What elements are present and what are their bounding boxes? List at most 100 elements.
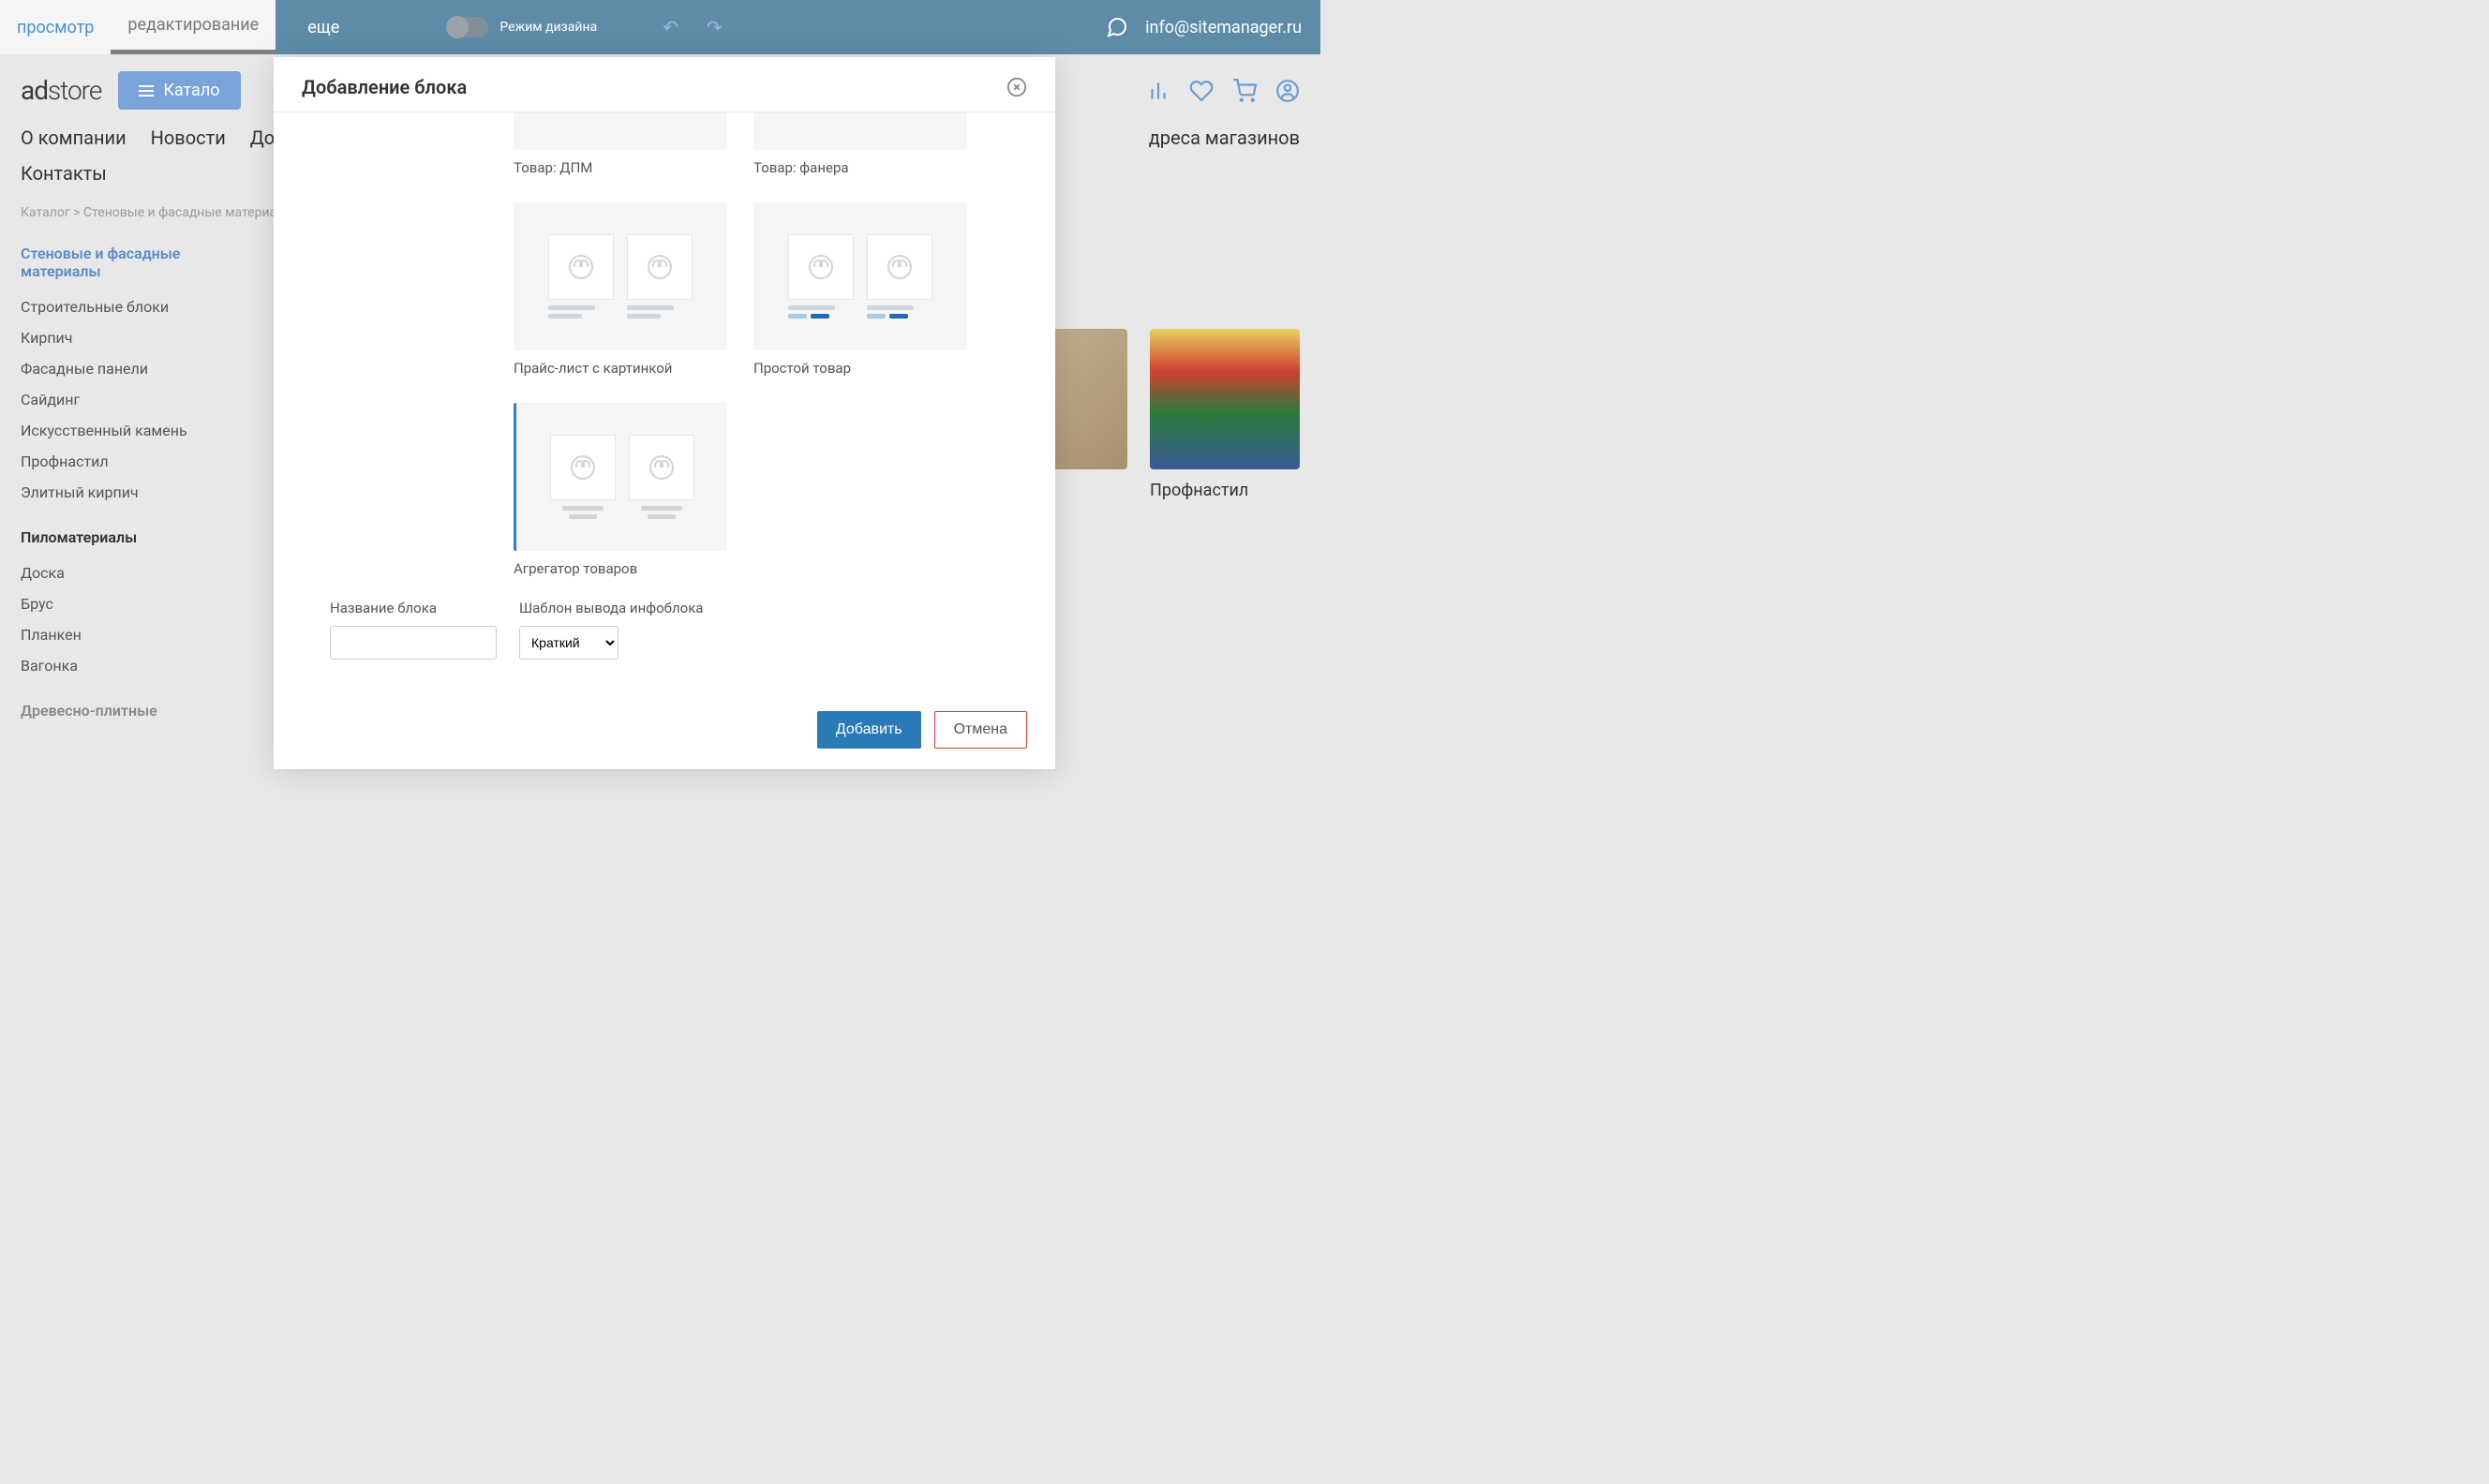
block-label: Товар: ДПМ — [514, 159, 727, 176]
block-label: Прайс-лист с картинкой — [514, 360, 727, 377]
design-mode-label: Режим дизайна — [499, 20, 597, 35]
sidebar-item[interactable]: Искусственный камень — [21, 415, 246, 446]
cancel-button[interactable]: Отмена — [934, 711, 1027, 749]
mini-card — [629, 435, 694, 519]
block-item-aggregator[interactable]: Агрегатор товаров — [514, 403, 727, 577]
mini-lines — [557, 506, 609, 519]
block-grid: Товар: ДПМ Товар: фанера Прайс- — [302, 112, 1027, 577]
mini-card — [788, 234, 854, 319]
field-block-name: Название блока — [330, 600, 497, 660]
block-label: Агрегатор товаров — [514, 560, 727, 577]
mini-card — [550, 435, 616, 519]
design-mode-toggle-wrap: Режим дизайна — [447, 17, 597, 37]
mini-img — [550, 435, 616, 500]
add-block-modal: Добавление блока Товар: ДПМ Товар: фанер… — [274, 57, 1055, 769]
block-item-simple[interactable]: Простой товар — [753, 202, 967, 377]
block-item-plywood[interactable]: Товар: фанера — [753, 112, 967, 176]
block-label: Товар: фанера — [753, 159, 967, 176]
mini-lines — [548, 305, 614, 319]
sidebar-item[interactable]: Доска — [21, 557, 246, 588]
header-icons — [1146, 79, 1300, 103]
mini-card — [627, 234, 693, 319]
block-preview — [753, 112, 967, 150]
logo[interactable]: adstore — [21, 75, 101, 106]
tab-edit[interactable]: редактирование — [111, 0, 276, 54]
contact-email[interactable]: info@sitemanager.ru — [1145, 18, 1302, 37]
cat-icon — [887, 255, 912, 279]
label-block-name: Название блока — [330, 600, 497, 616]
mini-card — [867, 234, 932, 319]
sidebar-item[interactable]: Брус — [21, 588, 246, 619]
undo-icon[interactable]: ↶ — [663, 16, 678, 38]
cat-icon — [648, 255, 672, 279]
cat-icon — [649, 455, 674, 480]
redo-icon[interactable]: ↷ — [707, 16, 723, 38]
modal-header: Добавление блока — [274, 57, 1055, 112]
breadcrumb-catalog[interactable]: Каталог — [21, 205, 70, 220]
nav-do[interactable]: До — [250, 126, 275, 149]
modal-close-button[interactable] — [1006, 77, 1027, 97]
select-template[interactable]: Краткий — [519, 626, 619, 660]
add-button[interactable]: Добавить — [817, 711, 921, 749]
cat-icon — [571, 455, 595, 480]
modal-footer: Добавить Отмена — [274, 690, 1055, 769]
nav-news[interactable]: Новости — [151, 126, 226, 149]
mini-img — [629, 435, 694, 500]
tab-preview[interactable]: просмотр — [0, 0, 111, 54]
block-preview-selected — [514, 403, 727, 551]
mini-img — [867, 234, 932, 300]
nav-addresses[interactable]: дреса магазинов — [1149, 126, 1300, 149]
product-title: Профнастил — [1150, 481, 1300, 500]
sidebar-group-lumber[interactable]: Пиломатериалы — [21, 528, 246, 546]
input-block-name[interactable] — [330, 626, 497, 660]
product-image — [1150, 329, 1300, 469]
sidebar-item[interactable]: Планкен — [21, 619, 246, 650]
sidebar-item[interactable]: Сайдинг — [21, 384, 246, 415]
breadcrumb-current: Стеновые и фасадные материал — [83, 205, 284, 220]
breadcrumb-sep: > — [73, 205, 80, 220]
sidebar-group-wall[interactable]: Стеновые и фасадные материалы — [21, 245, 246, 280]
mini-img — [548, 234, 614, 300]
block-preview — [514, 112, 727, 150]
catalog-label: Катало — [163, 81, 219, 100]
mini-img — [627, 234, 693, 300]
mini-card — [548, 234, 614, 319]
more-menu[interactable]: еще — [307, 18, 339, 37]
sidebar-item[interactable]: Фасадные панели — [21, 353, 246, 384]
topbar: просмотр редактирование еще Режим дизайн… — [0, 0, 1320, 54]
topbar-right: еще Режим дизайна ↶ ↷ info@sitemanager.r… — [276, 16, 1320, 38]
nav-contacts[interactable]: Контакты — [21, 162, 107, 185]
block-label: Простой товар — [753, 360, 967, 377]
sidebar-item[interactable]: Строительные блоки — [21, 291, 246, 322]
sidebar-item[interactable]: Элитный кирпич — [21, 477, 246, 508]
sidebar-item[interactable]: Профнастил — [21, 446, 246, 477]
block-item-dpm[interactable]: Товар: ДПМ — [514, 112, 727, 176]
cart-icon[interactable] — [1232, 79, 1257, 103]
chat-icon[interactable] — [1106, 16, 1128, 38]
hamburger-icon — [139, 85, 154, 96]
mini-lines — [788, 305, 854, 319]
nav-about[interactable]: О компании — [21, 126, 127, 149]
modal-title: Добавление блока — [302, 76, 467, 98]
sidebar-items-1: Строительные блоки Кирпич Фасадные панел… — [21, 291, 246, 508]
block-item-pricelist[interactable]: Прайс-лист с картинкой — [514, 202, 727, 377]
product-card[interactable]: Профнастил — [1150, 329, 1300, 500]
modal-body: Товар: ДПМ Товар: фанера Прайс- — [274, 112, 1055, 690]
block-preview — [753, 202, 967, 350]
topbar-tabs: просмотр редактирование — [0, 0, 276, 54]
sidebar-group-wood[interactable]: Древесно-плитные — [21, 702, 246, 720]
mini-lines — [867, 305, 932, 319]
user-icon[interactable] — [1275, 79, 1300, 103]
sidebar-item[interactable]: Вагонка — [21, 650, 246, 681]
design-mode-toggle[interactable] — [447, 17, 488, 37]
undo-redo: ↶ ↷ — [663, 16, 723, 38]
sidebar-items-2: Доска Брус Планкен Вагонка — [21, 557, 246, 681]
compare-icon[interactable] — [1146, 79, 1170, 103]
block-preview — [514, 202, 727, 350]
mini-lines — [635, 506, 688, 519]
catalog-button[interactable]: Катало — [118, 71, 240, 110]
heart-icon[interactable] — [1189, 79, 1214, 103]
sidebar-item[interactable]: Кирпич — [21, 322, 246, 353]
label-template: Шаблон вывода инфоблока — [519, 600, 703, 616]
cat-icon — [809, 255, 833, 279]
